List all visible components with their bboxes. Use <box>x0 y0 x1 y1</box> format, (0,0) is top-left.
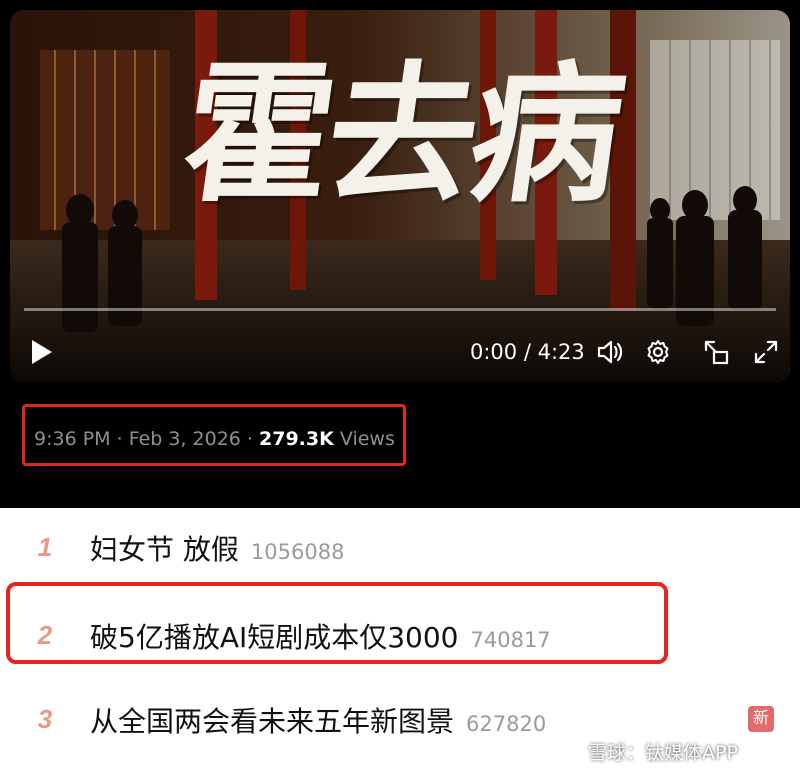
video-controls: 0:00 / 4:23 <box>10 332 790 372</box>
fullscreen-icon[interactable] <box>750 336 782 368</box>
picture-in-picture-icon[interactable] <box>700 336 732 368</box>
watermark: 雪球：钛媒体APP <box>562 738 738 765</box>
trending-title-wrap: 妇女节 放假 1056088 <box>90 528 344 568</box>
play-icon[interactable] <box>32 340 52 364</box>
trending-rank: 3 <box>37 704 53 734</box>
post-date: Feb 3, 2026 <box>128 428 241 450</box>
video-title-art: 霍去病 <box>171 47 629 223</box>
settings-icon[interactable] <box>642 336 674 368</box>
trending-title-wrap: 从全国两会看未来五年新图景 627820 <box>90 700 546 740</box>
post-time: 9:36 PM <box>34 428 111 450</box>
meta-separator: · <box>110 428 129 450</box>
trending-highlight <box>6 582 668 664</box>
volume-icon[interactable] <box>594 336 626 368</box>
trending-item[interactable]: 1 妇女节 放假 1056088 <box>0 508 800 588</box>
snowball-logo-icon <box>563 742 583 762</box>
trending-title: 妇女节 放假 <box>90 533 239 566</box>
trending-rank: 1 <box>37 532 53 562</box>
post-views-label: Views <box>333 428 395 450</box>
post-meta: 9:36 PM · Feb 3, 2026 · 279.3K Views <box>34 428 395 450</box>
trending-title: 从全国两会看未来五年新图景 <box>90 705 455 738</box>
video-time: 0:00 / 4:23 <box>470 340 585 364</box>
video-player[interactable]: 霍去病 0:00 / 4:23 <box>10 10 790 382</box>
new-badge: 新 <box>748 706 774 732</box>
watermark-text: 雪球：钛媒体APP <box>588 742 738 764</box>
post-views-count: 279.3K <box>259 428 334 450</box>
trending-count: 1056088 <box>250 540 345 564</box>
video-progress-bar[interactable] <box>24 308 776 311</box>
trending-count: 627820 <box>466 712 547 736</box>
meta-separator: · <box>240 428 260 450</box>
